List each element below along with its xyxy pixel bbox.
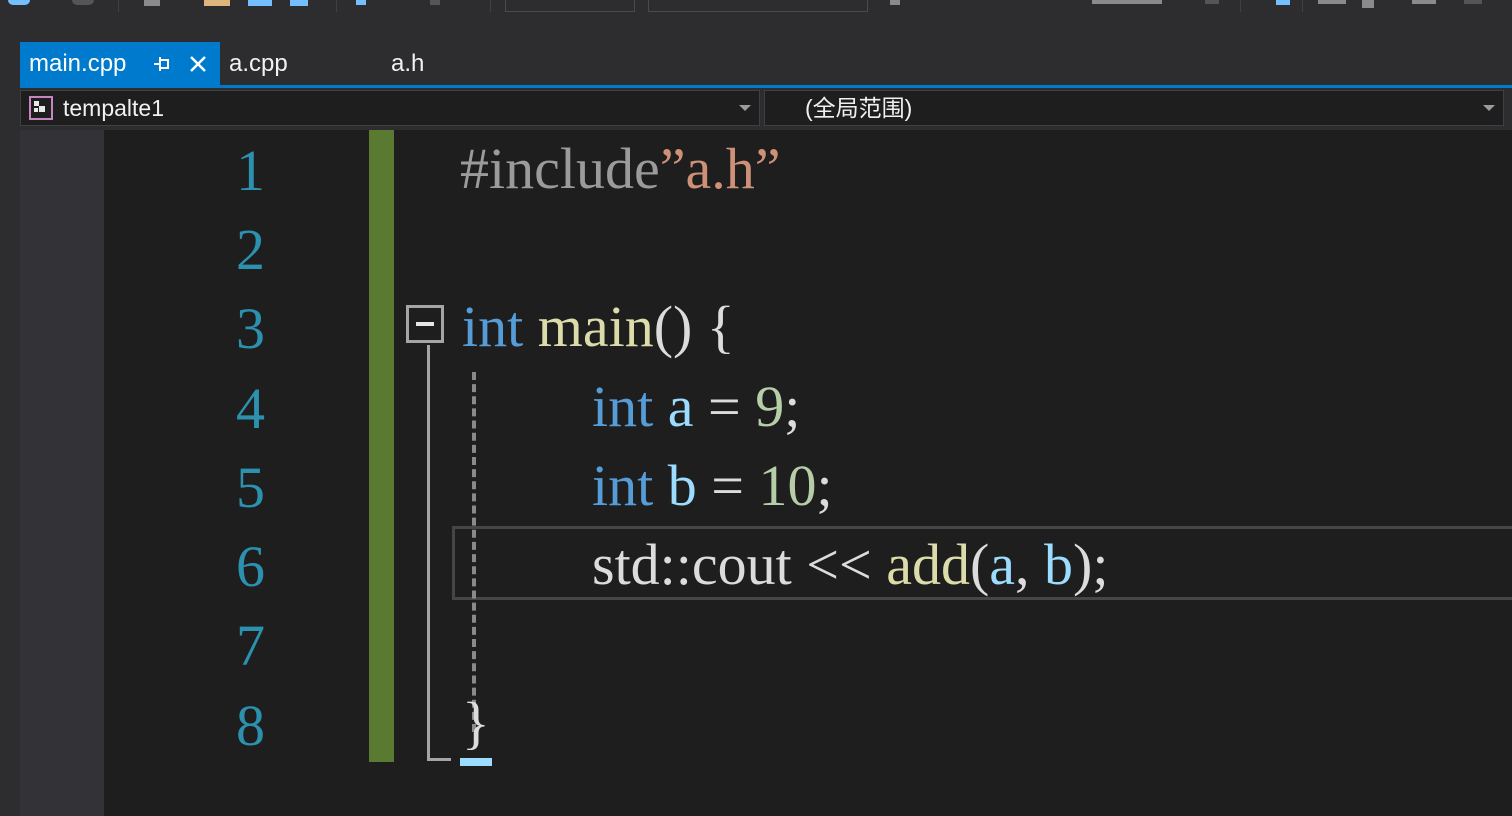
layout-icon[interactable]: [1318, 0, 1346, 4]
pin-icon[interactable]: [154, 57, 170, 71]
code-line-3: int main() {: [462, 298, 735, 356]
line-number: 8: [236, 693, 265, 758]
close-icon[interactable]: [188, 54, 208, 74]
dropdown-arrow-icon[interactable]: [1205, 0, 1219, 4]
code-line-4: int a = 9;: [592, 378, 800, 436]
line-number: 2: [236, 217, 265, 282]
tab-label: a.cpp: [229, 50, 288, 77]
change-tracking-bar: [369, 130, 394, 762]
line-number: 6: [236, 534, 265, 599]
tab-a-h[interactable]: a.h: [382, 42, 502, 85]
start-debug-icon[interactable]: [890, 0, 900, 5]
toolbar-separator: [118, 0, 119, 12]
editor-indicator-margin[interactable]: [20, 130, 104, 816]
document-tab-bar: main.cpp a.cpp a.h: [20, 42, 1512, 88]
punctuation: ;: [816, 453, 833, 518]
variable: a: [989, 532, 1016, 597]
keyword: int: [462, 294, 524, 359]
line-number: 4: [236, 376, 265, 441]
tab-label: a.h: [391, 50, 425, 77]
line-number: 5: [236, 455, 265, 520]
code-line-8: }: [462, 694, 490, 752]
closing-brace: }: [462, 690, 490, 755]
line-number: 1: [236, 138, 265, 203]
preprocessor-directive: #include: [460, 136, 660, 201]
platform-dropdown[interactable]: [648, 0, 868, 12]
configuration-dropdown[interactable]: [505, 0, 635, 12]
navigation-bar: tempalte1 (全局范围): [18, 88, 1512, 128]
project-name: tempalte1: [63, 95, 165, 121]
project-dropdown[interactable]: tempalte1: [20, 90, 760, 126]
undo-icon[interactable]: [356, 0, 366, 5]
variable: a: [667, 374, 694, 439]
toolbar: [0, 0, 1512, 12]
keyword: int: [592, 453, 654, 518]
number-literal: 9: [755, 374, 785, 439]
tab-label: main.cpp: [29, 50, 127, 77]
operator: =: [693, 374, 756, 439]
chevron-down-icon: [739, 105, 751, 111]
function-name: main: [537, 294, 654, 359]
number-literal: 10: [758, 453, 817, 518]
code-line-6: std::cout << add(a, b);: [592, 536, 1108, 594]
punctuation: () {: [653, 294, 735, 359]
include-file: ”a.h”: [659, 136, 781, 201]
variable: b: [1044, 532, 1074, 597]
operator: =: [696, 453, 759, 518]
debugger-label-icon[interactable]: [1092, 0, 1162, 4]
outline-fold-end: [427, 758, 451, 761]
keyword: int: [592, 374, 654, 439]
toolbar-separator: [336, 0, 337, 12]
back-icon[interactable]: [8, 0, 30, 5]
line-number: 3: [236, 296, 265, 361]
save-icon[interactable]: [248, 0, 272, 6]
line-number: 7: [236, 613, 265, 678]
project-icon: [29, 96, 53, 120]
outline-fold-line: [427, 345, 430, 761]
scope-dropdown[interactable]: (全局范围): [764, 90, 1504, 126]
chevron-down-icon: [1483, 105, 1495, 111]
punctuation: (: [969, 532, 990, 597]
forward-icon[interactable]: [72, 0, 94, 5]
more-icon[interactable]: [1464, 0, 1482, 4]
function-name: add: [886, 532, 970, 597]
overflow-chevron-icon[interactable]: [1362, 0, 1374, 8]
toolbar-separator: [1302, 0, 1303, 12]
new-file-icon[interactable]: [144, 0, 160, 6]
stream-expression: std::cout <<: [592, 532, 887, 597]
step-icon[interactable]: [1276, 0, 1290, 5]
toolbar-separator: [490, 0, 491, 12]
punctuation: );: [1073, 532, 1109, 597]
code-line-1: #include”a.h”: [460, 140, 780, 198]
tab-main-cpp[interactable]: main.cpp: [20, 42, 220, 85]
punctuation: ;: [784, 374, 801, 439]
punctuation: ,: [1015, 532, 1045, 597]
toolbar-separator: [1240, 0, 1241, 12]
redo-icon[interactable]: [430, 0, 440, 5]
tab-a-cpp[interactable]: a.cpp: [220, 42, 380, 85]
collapse-icon[interactable]: [406, 305, 444, 343]
indent-guide: [472, 372, 476, 732]
panel-icon[interactable]: [1412, 0, 1436, 4]
variable: b: [667, 453, 697, 518]
save-all-icon[interactable]: [290, 0, 308, 6]
code-line-5: int b = 10;: [592, 457, 833, 515]
text-caret: [460, 758, 492, 766]
open-folder-icon[interactable]: [204, 0, 230, 6]
scope-label: (全局范围): [805, 95, 913, 121]
